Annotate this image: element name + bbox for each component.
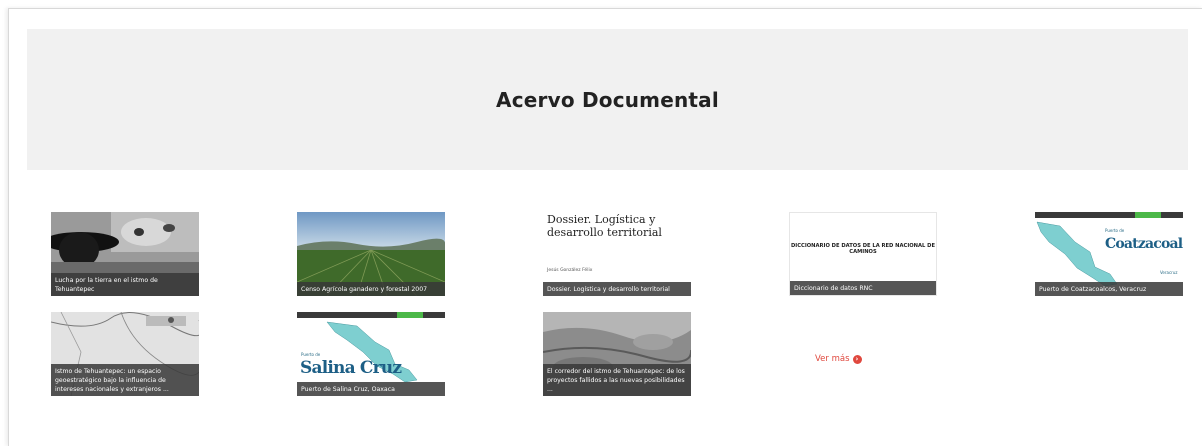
thumb-small-text: Puerto de <box>1105 228 1125 233</box>
thumb-state-text: Veracruz <box>1160 270 1178 275</box>
thumb-title: Dossier. Logística y desarrollo territor… <box>547 213 662 239</box>
card-caption: Dossier. Logística y desarrollo territor… <box>543 282 691 296</box>
card-caption: El corredor del istmo de Tehuantepec: de… <box>543 364 691 396</box>
card-caption: Puerto de Salina Cruz, Oaxaca <box>297 382 445 396</box>
thumb-text: DICCIONARIO DE DATOS DE LA RED NACIONAL … <box>790 243 935 255</box>
card-caption: Puerto de Coatzacoalcos, Veracruz <box>1035 282 1183 296</box>
arrow-right-circle-icon: › <box>852 354 862 364</box>
section-title: Acervo Documental <box>496 87 719 112</box>
document-card-coatzacoalcos[interactable]: Puerto de Coatzacoalcos Veracruz Puerto … <box>1035 212 1183 296</box>
thumb-author: Jesús González Félix <box>547 268 593 273</box>
thumb-big-text: Coatzacoalcos <box>1105 236 1183 252</box>
card-caption: Censo Agrícola ganadero y forestal 2007 <box>297 282 445 296</box>
document-card-censo[interactable]: Censo Agrícola ganadero y forestal 2007 <box>297 212 445 296</box>
card-caption: Lucha por la tierra en el istmo de Tehua… <box>51 273 199 296</box>
ver-mas-link[interactable]: Ver más › <box>815 354 862 364</box>
thumb-big-text: Salina Cruz <box>300 358 402 378</box>
section-banner: Acervo Documental <box>27 29 1188 170</box>
card-caption: Istmo de Tehuantepec: un espacio geoestr… <box>51 364 199 396</box>
document-card-corredor-istmo[interactable]: El corredor del istmo de Tehuantepec: de… <box>543 312 691 396</box>
document-card-dossier[interactable]: Dossier. Logística y desarrollo territor… <box>543 212 691 296</box>
ver-mas-label: Ver más <box>815 354 850 364</box>
document-card-istmo-geoestrategico[interactable]: Istmo de Tehuantepec: un espacio geoestr… <box>51 312 199 396</box>
thumb-small-text: Puerto de <box>301 352 321 357</box>
document-card-lucha-tierra[interactable]: Lucha por la tierra en el istmo de Tehua… <box>51 212 199 296</box>
card-caption: Diccionario de datos RNC <box>790 281 936 295</box>
document-card-diccionario[interactable]: DICCIONARIO DE DATOS DE LA RED NACIONAL … <box>789 212 937 296</box>
document-card-salina-cruz[interactable]: Puerto de Salina Cruz Puerto de Salina C… <box>297 312 445 396</box>
